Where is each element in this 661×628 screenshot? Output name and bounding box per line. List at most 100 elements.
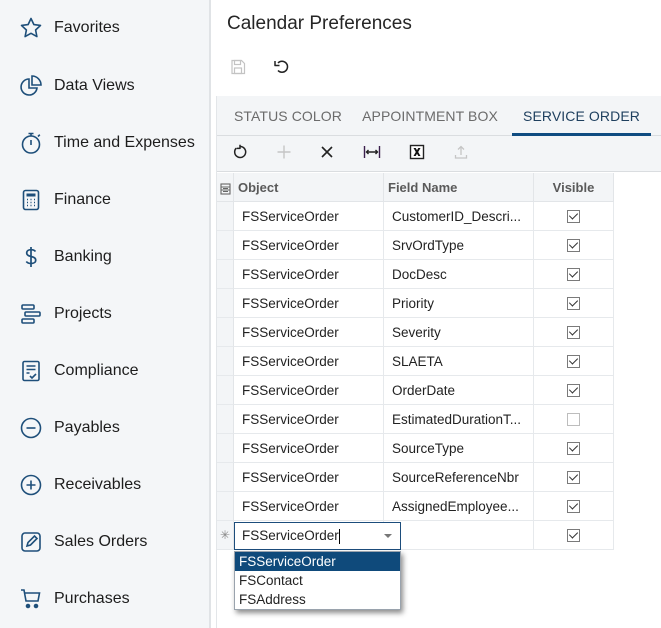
visible-checkbox[interactable] (567, 267, 580, 281)
cell-object[interactable]: FSServiceOrder (234, 289, 384, 318)
delete-row-button[interactable] (315, 142, 339, 166)
cell-object[interactable]: FSServiceOrder (234, 376, 384, 405)
row-selector[interactable] (217, 347, 234, 376)
sidebar-item-finance[interactable]: Finance (0, 180, 209, 220)
tab-status-color[interactable]: STATUS COLOR (228, 96, 348, 136)
cell-object[interactable]: FSServiceOrder (234, 434, 384, 463)
row-selector[interactable] (217, 405, 234, 434)
sidebar-item-projects[interactable]: Projects (0, 294, 209, 334)
row-selector[interactable] (217, 376, 234, 405)
row-selector[interactable] (217, 318, 234, 347)
grid-toolbar (217, 136, 661, 172)
cell-object[interactable]: FSServiceOrder (234, 318, 384, 347)
row-selector[interactable] (217, 463, 234, 492)
fit-to-screen-button[interactable] (360, 142, 384, 166)
tab-service-order[interactable]: SERVICE ORDER (512, 96, 651, 136)
chevron-down-icon[interactable] (384, 534, 392, 538)
visible-checkbox[interactable] (567, 209, 580, 223)
cell-field-name[interactable]: EstimatedDurationT... (384, 405, 534, 434)
cell-field-name[interactable]: SLAETA (384, 347, 534, 376)
cell-object[interactable]: FSServiceOrder (234, 463, 384, 492)
visible-checkbox[interactable] (567, 383, 580, 397)
cell-field-name[interactable]: SourceReferenceNbr (384, 463, 534, 492)
tab-panel: STATUS COLOR APPOINTMENT BOX SERVICE ORD… (216, 96, 661, 628)
column-settings-button[interactable] (217, 173, 234, 202)
save-button[interactable] (227, 58, 249, 80)
add-row-button[interactable] (272, 142, 296, 166)
excel-icon (409, 144, 425, 165)
row-selector[interactable] (217, 260, 234, 289)
cell-field-name[interactable]: Severity (384, 318, 534, 347)
checklist-icon (19, 359, 43, 383)
main-content: Calendar Preferences STATUS COLOR APPOIN… (211, 0, 661, 628)
sidebar-item-receivables[interactable]: Receivables (0, 465, 209, 505)
cell-field-name[interactable] (384, 521, 534, 550)
cell-visible (534, 202, 614, 231)
cell-field-name[interactable]: SrvOrdType (384, 231, 534, 260)
visible-checkbox[interactable] (567, 470, 580, 484)
visible-checkbox[interactable] (567, 238, 580, 252)
dropdown-option[interactable]: FSAddress (235, 590, 400, 609)
cell-object[interactable]: FSServiceOrder (234, 492, 384, 521)
cell-field-name[interactable]: SourceType (384, 434, 534, 463)
sidebar-item-label: Sales Orders (54, 533, 148, 550)
sidebar-item-sales-orders[interactable]: Sales Orders (0, 522, 209, 562)
cell-object[interactable]: FSServiceOrder (234, 202, 384, 231)
sidebar-item-label: Purchases (54, 590, 130, 607)
row-selector[interactable] (217, 231, 234, 260)
sidebar-item-label: Finance (54, 191, 111, 208)
cell-visible (534, 260, 614, 289)
sidebar-item-payables[interactable]: Payables (0, 408, 209, 448)
sidebar: Favorites Data Views Time and Expenses F… (0, 0, 211, 628)
visible-checkbox[interactable] (567, 528, 580, 542)
row-selector[interactable] (217, 289, 234, 318)
export-excel-button[interactable] (405, 142, 429, 166)
dropdown-option[interactable]: FSContact (235, 571, 400, 590)
cell-field-name[interactable]: AssignedEmployee... (384, 492, 534, 521)
save-icon (230, 59, 246, 80)
cell-field-name[interactable]: Priority (384, 289, 534, 318)
row-selector[interactable] (217, 434, 234, 463)
cell-visible (534, 318, 614, 347)
visible-checkbox[interactable] (567, 412, 580, 426)
column-header-field-name[interactable]: Field Name (384, 173, 534, 202)
refresh-icon (232, 144, 248, 165)
cell-field-name[interactable]: CustomerID_Descri... (384, 202, 534, 231)
object-combo-input[interactable]: FSServiceOrder (234, 522, 401, 550)
refresh-button[interactable] (228, 142, 252, 166)
sidebar-item-favorites[interactable]: Favorites (0, 8, 209, 48)
cell-object[interactable]: FSServiceOrder (234, 260, 384, 289)
sidebar-item-compliance[interactable]: Compliance (0, 351, 209, 391)
column-header-object[interactable]: Object (234, 173, 384, 202)
cell-object[interactable]: FSServiceOrder (234, 231, 384, 260)
visible-checkbox[interactable] (567, 499, 580, 513)
tab-appointment-box[interactable]: APPOINTMENT BOX (359, 96, 501, 136)
undo-button[interactable] (271, 58, 293, 80)
cell-object[interactable]: FSServiceOrder (234, 347, 384, 376)
sidebar-item-label: Favorites (54, 19, 120, 36)
dropdown-option[interactable]: FSServiceOrder (235, 552, 400, 571)
cell-field-name[interactable]: OrderDate (384, 376, 534, 405)
plus-circle-icon (19, 473, 43, 497)
visible-checkbox[interactable] (567, 296, 580, 310)
fit-width-icon (363, 145, 381, 164)
column-header-visible[interactable]: Visible (534, 173, 614, 202)
sidebar-item-banking[interactable]: Banking (0, 237, 209, 277)
cell-visible (534, 521, 614, 550)
sidebar-item-label: Banking (54, 248, 112, 265)
sidebar-item-purchases[interactable]: Purchases (0, 579, 209, 619)
calculator-icon (19, 188, 43, 212)
upload-button[interactable] (449, 142, 473, 166)
row-selector[interactable] (217, 202, 234, 231)
sidebar-item-data-views[interactable]: Data Views (0, 66, 209, 106)
row-selector[interactable] (217, 492, 234, 521)
page-title: Calendar Preferences (227, 13, 412, 34)
close-icon (320, 145, 334, 164)
sidebar-item-time-and-expenses[interactable]: Time and Expenses (0, 123, 209, 163)
visible-checkbox[interactable] (567, 354, 580, 368)
visible-checkbox[interactable] (567, 441, 580, 455)
cell-object[interactable]: FSServiceOrder (234, 405, 384, 434)
sidebar-item-label: Data Views (54, 77, 135, 94)
visible-checkbox[interactable] (567, 325, 580, 339)
cell-field-name[interactable]: DocDesc (384, 260, 534, 289)
